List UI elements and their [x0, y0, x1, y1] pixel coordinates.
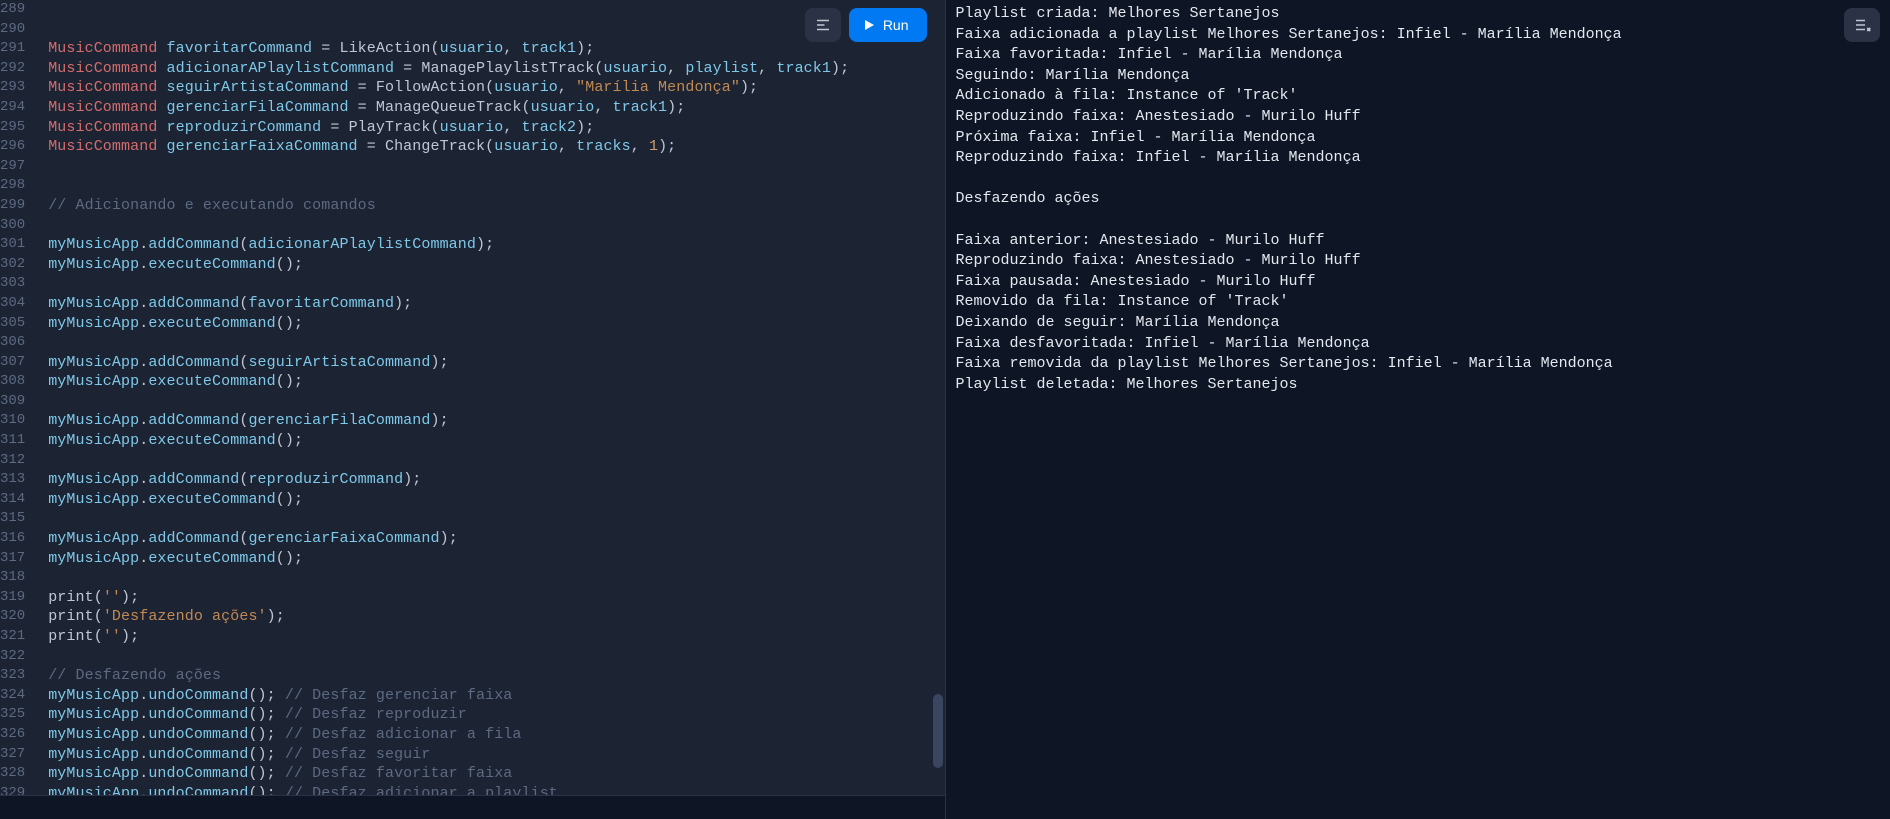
code-line: print(''); [30, 627, 945, 647]
editor-body[interactable]: 2892902912922932942952962972982993003013… [0, 0, 945, 795]
code-line: myMusicApp.undoCommand(); // Desfaz adic… [30, 784, 945, 795]
code-line [30, 392, 945, 412]
editor-toolbar: Run [805, 8, 927, 42]
scroll-thumb[interactable] [933, 694, 943, 768]
code-area[interactable]: MusicCommand favoritarCommand = LikeActi… [24, 0, 945, 795]
code-line [30, 568, 945, 588]
code-line: myMusicApp.executeCommand(); [30, 490, 945, 510]
code-line: myMusicApp.addCommand(adicionarAPlaylist… [30, 235, 945, 255]
code-line: myMusicApp.executeCommand(); [30, 372, 945, 392]
code-line: MusicCommand gerenciarFaixaCommand = Cha… [30, 137, 945, 157]
play-icon [863, 19, 875, 31]
code-line [30, 176, 945, 196]
code-line: myMusicApp.addCommand(gerenciarFilaComma… [30, 411, 945, 431]
run-button-label: Run [883, 17, 909, 33]
code-line: myMusicApp.executeCommand(); [30, 314, 945, 334]
code-line: myMusicApp.addCommand(seguirArtistaComma… [30, 353, 945, 373]
format-icon [814, 16, 832, 34]
code-line: MusicCommand seguirArtistaCommand = Foll… [30, 78, 945, 98]
clear-console-button[interactable] [1844, 8, 1880, 42]
console-pane: Playlist criada: Melhores Sertanejos Fai… [946, 0, 1890, 819]
code-line: myMusicApp.executeCommand(); [30, 431, 945, 451]
status-bar [0, 795, 945, 819]
code-line [30, 451, 945, 471]
clear-icon [1853, 16, 1871, 34]
code-line [30, 274, 945, 294]
code-line: myMusicApp.executeCommand(); [30, 255, 945, 275]
code-editor-pane: Run 289290291292293294295296297298299300… [0, 0, 945, 819]
editor-scrollbar[interactable] [931, 0, 945, 795]
format-button[interactable] [805, 8, 841, 42]
code-line: MusicCommand adicionarAPlaylistCommand =… [30, 59, 945, 79]
code-line: myMusicApp.undoCommand(); // Desfaz repr… [30, 705, 945, 725]
code-line [30, 333, 945, 353]
code-line: MusicCommand reproduzirCommand = PlayTra… [30, 118, 945, 138]
code-line: myMusicApp.undoCommand(); // Desfaz segu… [30, 745, 945, 765]
code-line [30, 509, 945, 529]
code-line: print('Desfazendo ações'); [30, 607, 945, 627]
code-line [30, 216, 945, 236]
console-output[interactable]: Playlist criada: Melhores Sertanejos Fai… [946, 0, 1890, 819]
run-button[interactable]: Run [849, 8, 927, 42]
code-line [30, 157, 945, 177]
code-line: MusicCommand favoritarCommand = LikeActi… [30, 39, 945, 59]
code-line: myMusicApp.addCommand(reproduzirCommand)… [30, 470, 945, 490]
code-line: // Adicionando e executando comandos [30, 196, 945, 216]
code-line: MusicCommand gerenciarFilaCommand = Mana… [30, 98, 945, 118]
code-line: print(''); [30, 588, 945, 608]
code-line: myMusicApp.undoCommand(); // Desfaz favo… [30, 764, 945, 784]
code-line: myMusicApp.executeCommand(); [30, 549, 945, 569]
code-line [30, 647, 945, 667]
line-gutter: 2892902912922932942952962972982993003013… [0, 0, 24, 795]
code-line: myMusicApp.undoCommand(); // Desfaz gere… [30, 686, 945, 706]
code-line: // Desfazendo ações [30, 666, 945, 686]
code-line: myMusicApp.undoCommand(); // Desfaz adic… [30, 725, 945, 745]
code-line: myMusicApp.addCommand(favoritarCommand); [30, 294, 945, 314]
code-line: myMusicApp.addCommand(gerenciarFaixaComm… [30, 529, 945, 549]
